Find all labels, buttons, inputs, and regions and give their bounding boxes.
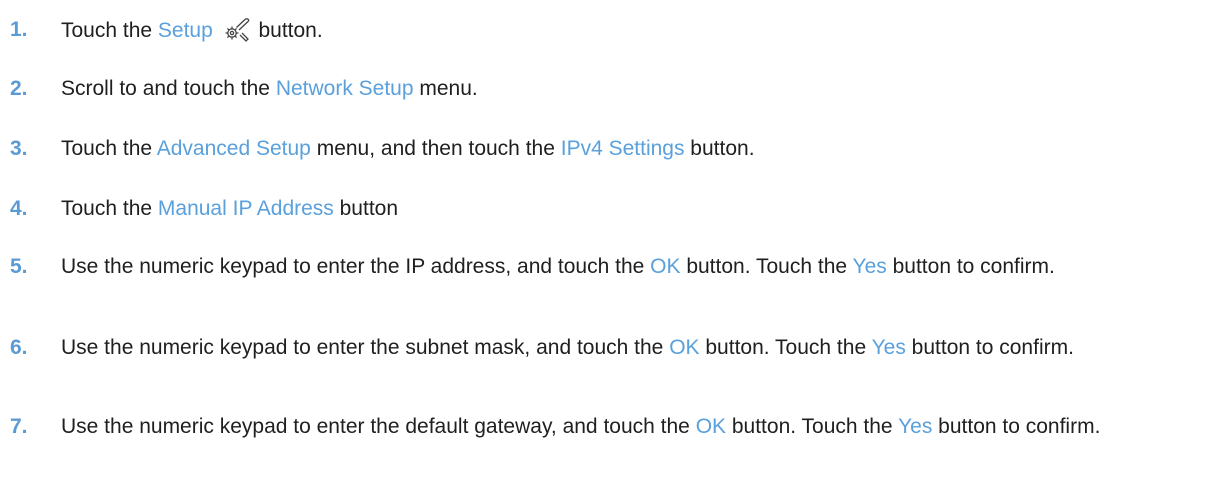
step-text-part: button. Touch the: [699, 336, 872, 359]
step-text-part: button to confirm.: [886, 255, 1055, 278]
step-text-part: button. Touch the: [726, 415, 899, 438]
step-text-part: Use the numeric keypad to enter the subn…: [61, 336, 670, 359]
step-text-part: Touch the: [61, 197, 158, 220]
step-text-part: menu, and then touch the: [310, 137, 561, 160]
step-text-part: button to confirm.: [932, 415, 1101, 438]
step-text-part: menu.: [413, 77, 478, 100]
step-text-part: Scroll to and touch the: [61, 77, 276, 100]
step-text: Scroll to and touch the Network Setup me…: [61, 74, 1181, 104]
step-text: Touch the Advanced Setup menu, and then …: [61, 134, 1181, 164]
advanced-setup-menu-term: Advanced Setup: [156, 137, 311, 160]
step-text: Use the numeric keypad to enter the IP a…: [61, 252, 1181, 282]
step-text: Use the numeric keypad to enter the defa…: [61, 412, 1181, 442]
network-setup-menu-term: Network Setup: [275, 77, 414, 100]
yes-button-term: Yes: [852, 255, 887, 278]
step-number: 3.: [10, 137, 28, 160]
step-number: 1.: [10, 18, 28, 41]
step-text-part: button: [333, 197, 399, 220]
step-number: 6.: [10, 336, 28, 359]
manual-ip-address-button-term: Manual IP Address: [157, 197, 334, 220]
yes-button-term: Yes: [898, 415, 933, 438]
step-text: Use the numeric keypad to enter the subn…: [61, 333, 1181, 363]
step-text-part: button to confirm.: [905, 336, 1074, 359]
step-text-part: Touch the: [61, 137, 157, 160]
setup-wrench-gear-icon: [221, 15, 251, 45]
step-text: Touch the Setup button.: [61, 15, 1181, 46]
step-text-part: Use the numeric keypad to enter the IP a…: [61, 255, 651, 278]
step-number: 4.: [10, 197, 28, 220]
step-number: 5.: [10, 255, 28, 278]
step-number: 7.: [10, 415, 28, 438]
ok-button-term: OK: [669, 336, 700, 359]
ok-button-term: OK: [650, 255, 681, 278]
step-text-part: Touch the: [61, 19, 158, 42]
ipv4-settings-button-term: IPv4 Settings: [560, 137, 685, 160]
step-text-part: button. Touch the: [680, 255, 853, 278]
step-text-part: button.: [252, 19, 323, 42]
setup-button-term: Setup: [157, 19, 213, 42]
step-text: Touch the Manual IP Address button: [61, 194, 1181, 224]
step-text-part: Use the numeric keypad to enter the defa…: [61, 415, 696, 438]
ok-button-term: OK: [695, 415, 727, 438]
step-text-part: button.: [684, 137, 755, 160]
yes-button-term: Yes: [871, 336, 906, 359]
step-number: 2.: [10, 77, 28, 100]
